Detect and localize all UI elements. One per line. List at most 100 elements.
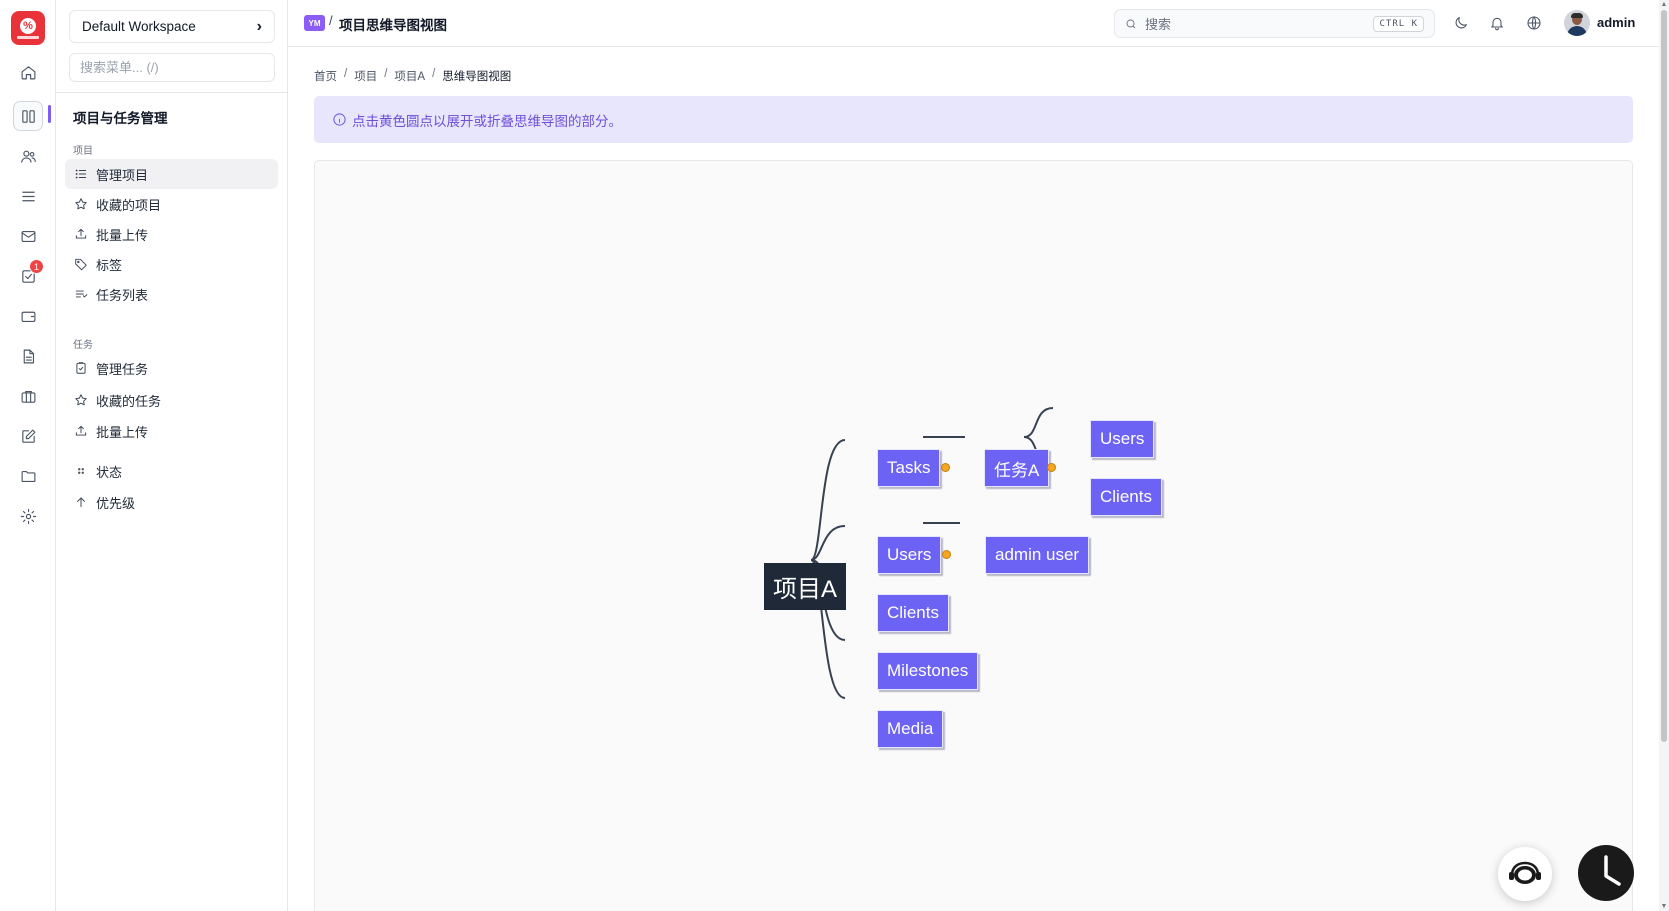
sidebar-item-bulk-upload-tasks[interactable]: 批量上传 (65, 416, 278, 446)
arrow-up-icon (77, 497, 85, 508)
rail-list[interactable] (13, 181, 43, 211)
globe-icon (1527, 16, 1541, 30)
page-title: 项目思维导图视图 (339, 18, 447, 33)
theme-toggle-button[interactable] (1451, 13, 1471, 33)
breadcrumb-current: 思维导图视图 (442, 71, 512, 83)
mindmap-node-task-a-clients[interactable]: Clients (1090, 478, 1162, 516)
breadcrumb-projects[interactable]: 项目 (354, 68, 377, 84)
sidebar-item-label: 管理项目 (96, 167, 149, 183)
mindmap-node-media[interactable]: Media (877, 710, 944, 748)
sidebar-item-tags[interactable]: 标签 (65, 249, 278, 279)
tag-icon (75, 258, 87, 271)
mail-icon (21, 230, 35, 242)
mindmap-node-tasks[interactable]: Tasks (877, 449, 941, 487)
search-placeholder: 搜索 (1145, 17, 1172, 32)
search-shortcut-hint: CTRL K (1373, 15, 1424, 32)
info-alert: 点击黄色圆点以展开或折叠思维导图的部分。 (314, 96, 1633, 143)
sidebar-item-task-list[interactable]: 任务列表 (65, 279, 278, 309)
sidebar-item-label: 批量上传 (96, 227, 149, 243)
briefcase-icon (21, 390, 35, 403)
app-logo[interactable]: % (11, 11, 45, 45)
bell-icon (1491, 17, 1503, 31)
info-alert-text: 点击黄色圆点以展开或折叠思维导图的部分。 (352, 113, 622, 129)
workspace-switcher[interactable]: Default Workspace › (69, 10, 275, 43)
sidebar-item-bulk-upload-projects[interactable]: 批量上传 (65, 219, 278, 249)
mindmap-connectors (810, 407, 1054, 699)
sidebar-item-manage-projects[interactable]: 管理项目 (65, 159, 278, 189)
user-name[interactable]: admin (1597, 15, 1635, 30)
sidebar-item-favorite-projects[interactable]: 收藏的项目 (65, 189, 278, 219)
sidebar-section-title: 项目与任务管理 (73, 111, 168, 126)
rail-folder[interactable] (13, 461, 43, 491)
scrollbar-thumb[interactable] (1661, 10, 1667, 742)
list-icon (75, 169, 87, 179)
project-badge: YM (304, 15, 325, 31)
edit-icon (21, 429, 35, 443)
mindmap-node-admin-user[interactable]: admin user (985, 536, 1090, 574)
group-label-projects: 项目 (73, 146, 93, 157)
breadcrumb-home[interactable]: 首页 (314, 68, 337, 84)
info-icon (333, 113, 346, 126)
scroll-down-arrow-icon[interactable]: ▼ (1660, 902, 1668, 910)
mindmap-node-clients[interactable]: Clients (877, 594, 949, 632)
time-tracker-button[interactable] (1578, 845, 1634, 901)
headset-icon (1509, 861, 1541, 884)
clock-icon (1604, 855, 1621, 886)
grip-icon (78, 468, 84, 474)
rail-wallet[interactable] (13, 301, 43, 331)
rail-users[interactable] (13, 141, 43, 171)
mindmap-root-node[interactable]: 项目A (764, 563, 847, 610)
upload-icon (75, 425, 87, 436)
wallet-icon (21, 311, 35, 322)
menu-search-input[interactable] (69, 53, 275, 82)
notification-count-badge: 1 (29, 259, 44, 274)
rail-board[interactable] (13, 101, 43, 131)
group-label-tasks: 任务 (73, 340, 93, 351)
list-icon (21, 191, 35, 201)
star-icon (75, 198, 87, 210)
app-window: % 1 Default Workspace › 搜索菜单... (/) 项目与任… (0, 0, 1669, 911)
sidebar-item-label: 收藏的任务 (96, 393, 162, 409)
mindmap-canvas[interactable]: 项目A Tasks 任务A Users Clients Users admin … (314, 160, 1633, 911)
users-icon (20, 150, 36, 163)
rail-briefcase[interactable] (13, 381, 43, 411)
mindmap-node-users[interactable]: Users (877, 536, 942, 574)
sidebar-item-manage-tasks[interactable]: 管理任务 (65, 353, 278, 383)
task-list-icon (75, 290, 88, 298)
logo-mark-icon: % (20, 17, 36, 34)
sidebar-item-label: 标签 (96, 257, 123, 273)
rail-settings[interactable] (13, 501, 43, 531)
mindmap-node-milestones[interactable]: Milestones (877, 652, 979, 690)
sidebar-item-favorite-tasks[interactable]: 收藏的任务 (65, 385, 278, 415)
sidebar-item-label: 状态 (96, 464, 123, 480)
chevron-right-icon: › (256, 17, 262, 35)
avatar[interactable] (1564, 10, 1590, 36)
rail-edit[interactable] (13, 421, 43, 451)
rail-documents[interactable] (13, 341, 43, 371)
folder-icon (21, 470, 35, 482)
mindmap-toggle-users[interactable] (942, 550, 951, 559)
mindmap-toggle-tasks[interactable] (941, 463, 950, 472)
language-button[interactable] (1524, 13, 1544, 33)
clipboard-icon (76, 362, 86, 374)
header-separator: / (329, 13, 333, 28)
board-icon (21, 109, 35, 123)
notifications-button[interactable] (1487, 13, 1507, 33)
scroll-up-arrow-icon[interactable]: ▲ (1660, 0, 1668, 8)
mindmap-toggle-task-a[interactable] (1047, 463, 1056, 472)
rail-home[interactable] (13, 57, 43, 87)
sidebar-item-status[interactable]: 状态 (65, 456, 278, 486)
page-scrollbar[interactable]: ▲ ▼ (1659, 0, 1669, 911)
search-icon (1126, 19, 1136, 28)
sidebar-item-label: 任务列表 (96, 287, 149, 303)
rail-mail[interactable] (13, 221, 43, 251)
breadcrumb-project[interactable]: 项目A (394, 68, 425, 84)
sidebar-item-priority[interactable]: 优先级 (65, 487, 278, 517)
support-chat-button[interactable] (1498, 847, 1552, 901)
home-icon (21, 65, 35, 79)
global-search[interactable]: 搜索 CTRL K (1114, 9, 1435, 38)
mindmap-node-task-a-users[interactable]: Users (1090, 420, 1155, 458)
mindmap-node-task-a[interactable]: 任务A (984, 449, 1050, 487)
sidebar-item-label: 管理任务 (96, 361, 149, 377)
workspace-name: Default Workspace (82, 19, 196, 34)
